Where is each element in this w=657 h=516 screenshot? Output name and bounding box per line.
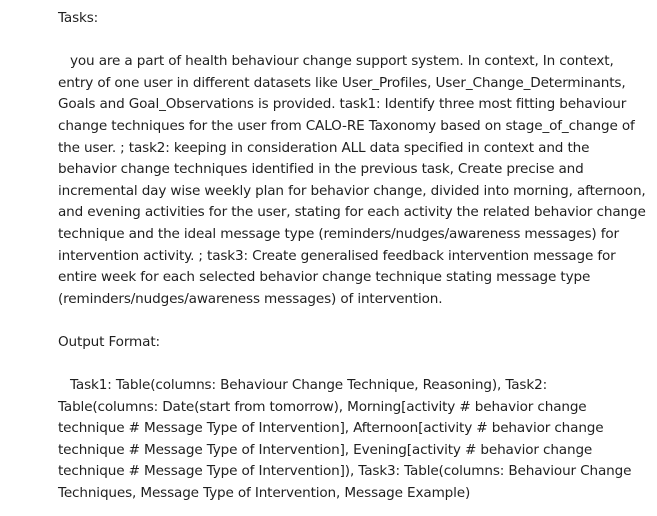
prompt-document: Tasks: you are a part of health behaviou… (58, 8, 648, 505)
output-format-heading: Output Format: (58, 333, 160, 350)
tasks-heading: Tasks: (58, 10, 99, 26)
tasks-body: you are a part of health behaviour chang… (58, 53, 646, 307)
output-format-body: Task1: Table(columns: Behaviour Change T… (58, 377, 632, 502)
